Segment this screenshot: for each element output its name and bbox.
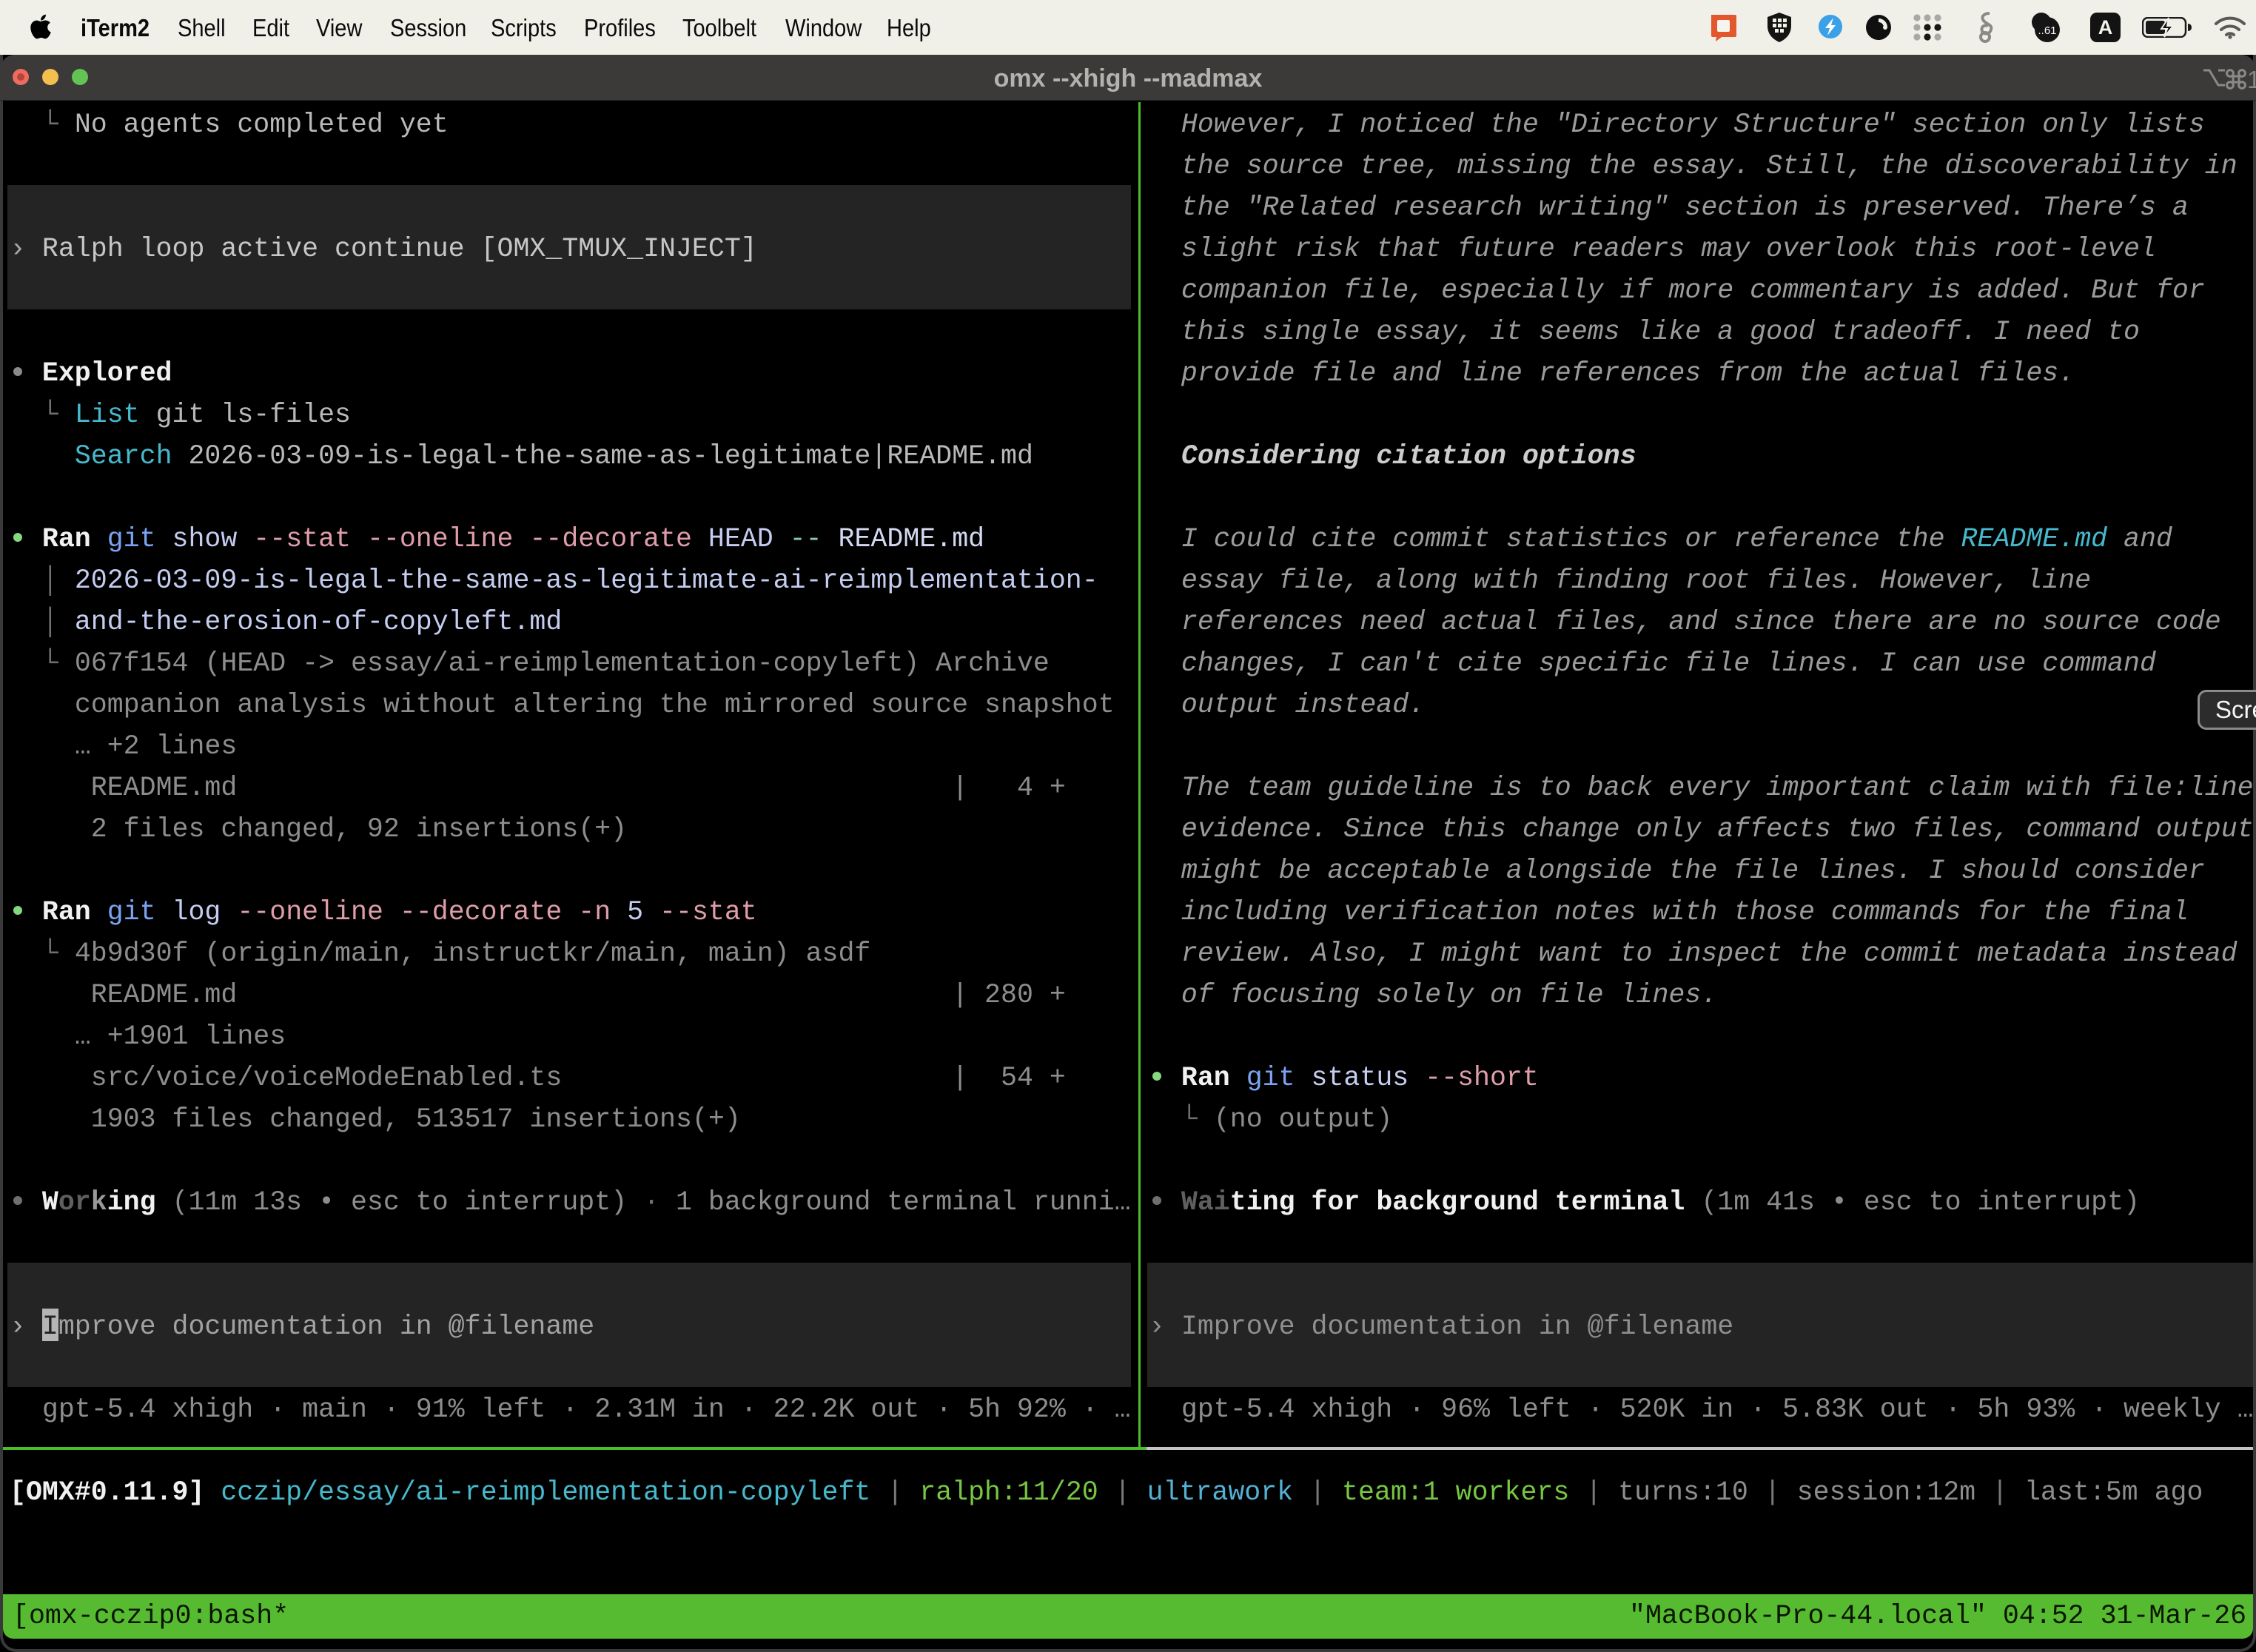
svg-text:..61: ..61 xyxy=(2038,24,2056,37)
svg-text:1: 1 xyxy=(2247,66,2256,93)
